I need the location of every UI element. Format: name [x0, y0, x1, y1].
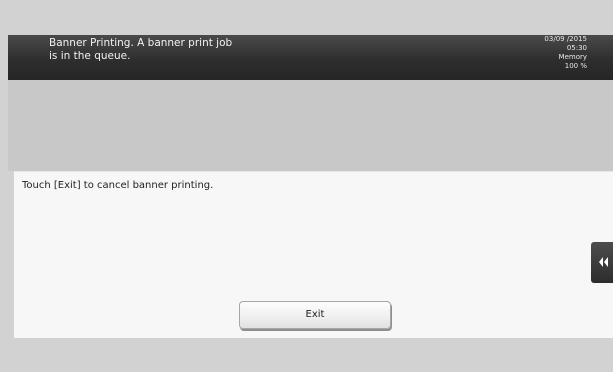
status-bar: Banner Printing. A banner print job is i…: [8, 35, 613, 80]
panel-message: Touch [Exit] to cancel banner printing.: [22, 180, 214, 191]
status-date: 03/09 /2015: [544, 35, 587, 43]
upper-area: [8, 80, 613, 171]
memory-label: Memory: [558, 53, 587, 61]
double-chevron-left-icon: [591, 257, 613, 267]
memory-value: 100 %: [564, 62, 587, 70]
exit-button[interactable]: Exit: [239, 301, 391, 329]
side-panel-toggle[interactable]: [591, 242, 613, 283]
screen: Banner Printing. A banner print job is i…: [0, 0, 613, 372]
status-time: 05:30: [566, 44, 587, 52]
status-info: 03/09 /2015 05:30 Memory 100 %: [544, 35, 587, 71]
message-panel: Touch [Exit] to cancel banner printing. …: [14, 171, 613, 338]
status-message: Banner Printing. A banner print job is i…: [49, 37, 233, 62]
